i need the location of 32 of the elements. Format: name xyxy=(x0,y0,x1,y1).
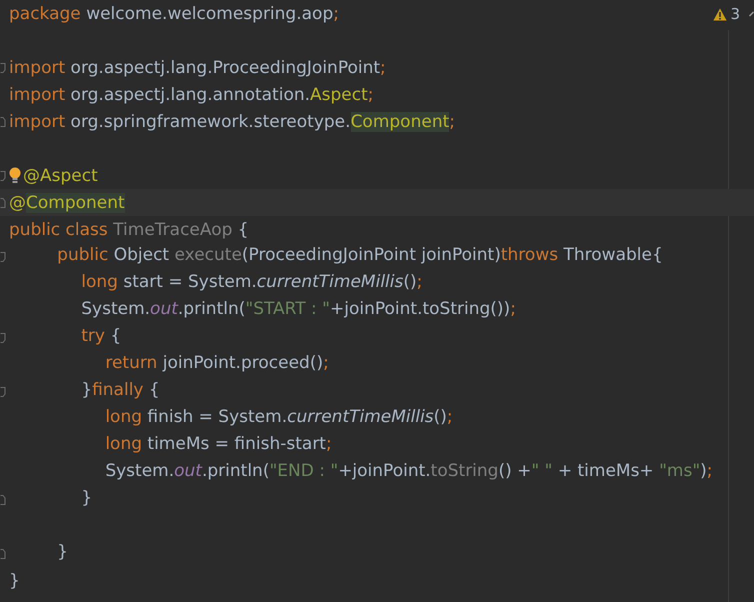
code-line: } xyxy=(9,570,20,590)
fold-marker-icon[interactable] xyxy=(0,548,6,558)
code-line: import org.aspectj.lang.annotation.Aspect; xyxy=(9,84,374,104)
code-line: package welcome.welcomespring.aop; xyxy=(9,4,339,24)
code-line: try { xyxy=(80,326,122,348)
fold-marker-icon[interactable] xyxy=(0,62,6,72)
code-line: }finally { xyxy=(80,380,160,402)
fold-marker-icon[interactable] xyxy=(0,116,6,126)
warning-count[interactable]: 3 xyxy=(730,5,740,23)
code-line: public class TimeTraceAop { xyxy=(9,220,249,240)
chevron-up-icon[interactable] xyxy=(749,10,754,18)
code-line: System.out.println("END : "+joinPoint.toString() +" " + timeMs+ "ms"); xyxy=(104,461,713,483)
code-line: return joinPoint.proceed(); xyxy=(104,353,329,375)
fold-marker-icon[interactable] xyxy=(0,198,6,208)
fold-marker-icon[interactable] xyxy=(0,252,6,262)
lightbulb-icon[interactable] xyxy=(9,167,21,184)
fold-marker-icon[interactable] xyxy=(0,494,6,504)
code-line: @Aspect xyxy=(23,166,98,186)
code-line: @Component xyxy=(9,192,125,212)
code-line: } xyxy=(56,542,68,564)
code-line: } xyxy=(80,488,92,510)
code-line: public Object execute(ProceedingJoinPoint joinPoint)throws Throwable{ xyxy=(56,245,663,267)
warning-icon[interactable] xyxy=(713,8,728,20)
code-line: long start = System.currentTimeMillis(); xyxy=(80,272,422,294)
code-line: import org.springframework.stereotype.Component; xyxy=(9,112,455,132)
fold-marker-icon[interactable] xyxy=(0,170,6,180)
fold-marker-icon[interactable] xyxy=(0,386,6,396)
fold-marker-icon[interactable] xyxy=(0,332,6,342)
code-line: import org.aspectj.lang.ProceedingJoinPoint; xyxy=(9,58,386,78)
code-line: long timeMs = finish-start; xyxy=(104,434,332,456)
code-line: long finish = System.currentTimeMillis(); xyxy=(104,407,453,429)
code-line: System.out.println("START : "+joinPoint.toString()); xyxy=(80,299,516,321)
